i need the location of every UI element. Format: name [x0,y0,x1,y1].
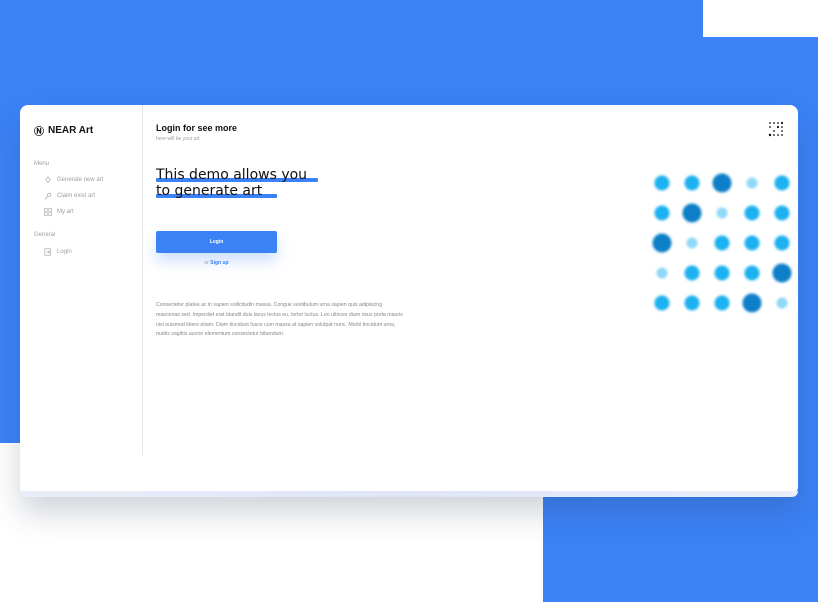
app-window: Ⓝ NEAR Art Menu Generate new art Claim e… [20,105,798,495]
art-dot [714,235,730,251]
art-dot [744,205,760,221]
art-dot [714,295,730,311]
art-dot [684,295,700,311]
sidebar: Ⓝ NEAR Art Menu Generate new art Claim e… [20,105,143,455]
signup-prompt: or Sign up [156,260,277,266]
hero-headline: This demo allows you to generate art [156,167,307,199]
art-dot [776,297,788,309]
or-text: or [204,260,209,266]
sidebar-item-login[interactable]: Login [44,248,72,256]
sidebar-item-label: My art [57,209,74,215]
login-icon [44,248,51,256]
art-dot [774,205,790,221]
art-dot [744,265,760,281]
art-dot [716,207,728,219]
main-content: Login for see more here will be your art… [156,105,798,495]
sidebar-item-label: Generate new art [57,177,104,183]
key-icon [44,192,52,200]
art-dot [686,237,698,249]
art-dot [712,173,732,193]
art-dot [654,205,670,221]
art-dot [654,175,670,191]
art-dot [772,263,792,283]
art-preview [652,173,792,313]
sidebar-item-label: Claim exist art [57,193,96,199]
art-dot [746,177,758,189]
sidebar-item-my-art[interactable]: My art [44,208,74,216]
art-dot [744,235,760,251]
sidebar-item-generate-new-art[interactable]: Generate new art [44,176,103,184]
description-text: Consectetur platea ac in sapien sollicit… [156,302,403,338]
art-dot [652,233,672,253]
sidebar-item-claim-exist-art[interactable]: Claim exist art [44,192,95,200]
bulb-icon [44,176,52,183]
art-dot [742,293,762,313]
section-title-menu: Menu [34,161,50,167]
headline-line: to generate art [156,183,263,199]
near-logo-icon: Ⓝ [34,127,44,138]
art-dot [684,175,700,191]
brand-logo[interactable]: Ⓝ NEAR Art [34,123,93,138]
section-title-general: General [34,232,56,238]
background-white-corner [703,0,818,37]
art-dot [654,295,670,311]
page-title: Login for see more [156,123,238,133]
sidebar-item-label: Login [57,249,72,255]
login-button[interactable]: Login [156,231,277,253]
grid-icon [44,208,52,216]
qr-code-icon[interactable] [768,121,786,139]
signup-link[interactable]: Sign up [210,260,228,266]
brand-name: NEAR Art [48,125,94,136]
art-dot [684,265,700,281]
art-dot [656,267,668,279]
window-footer-strip [20,491,798,497]
art-dot [682,203,702,223]
headline-line: This demo allows you [156,167,308,183]
art-dot [714,265,730,281]
art-dot [774,235,790,251]
page-subtitle: here will be your art [156,136,200,142]
art-dot [774,175,790,191]
